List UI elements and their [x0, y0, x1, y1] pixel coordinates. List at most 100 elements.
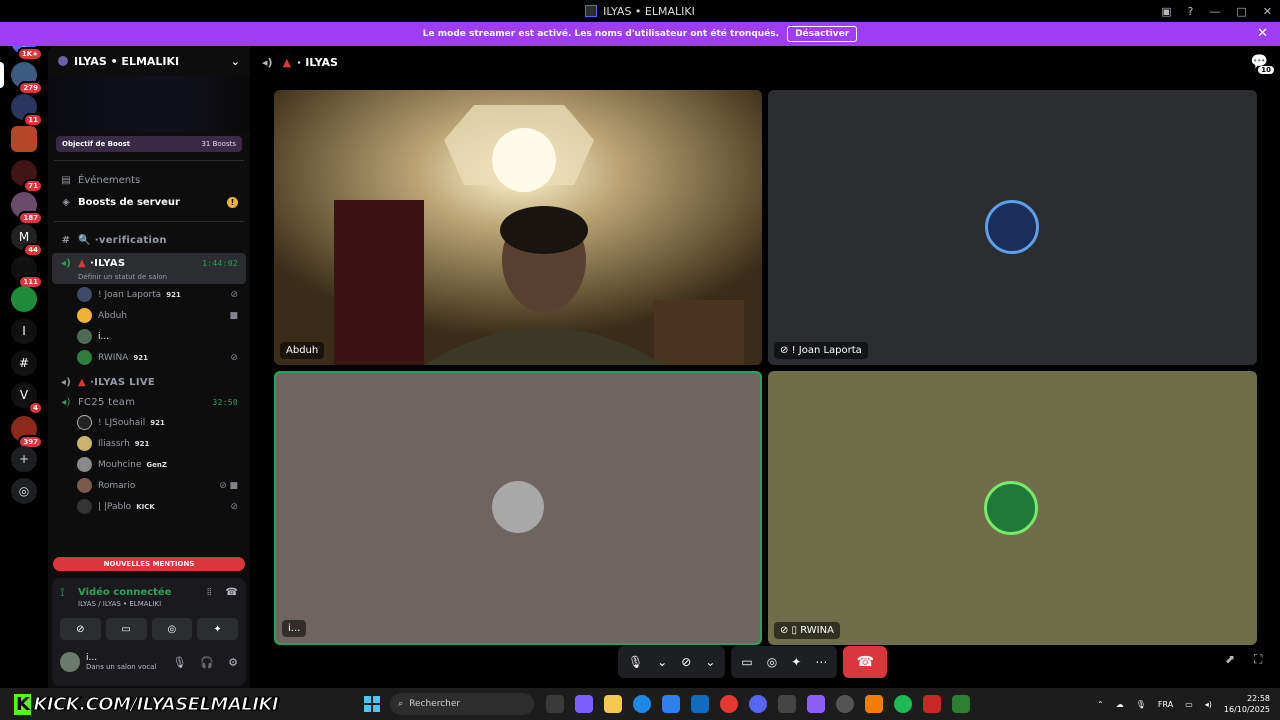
clock[interactable]: 22:58 16/10/2025	[1224, 693, 1270, 715]
voice-channel-ilyas[interactable]: ◂) ▲ · ILYAS 1:44:02	[52, 253, 246, 273]
hang-up-button[interactable]: ☎	[843, 646, 888, 678]
outlook-icon[interactable]	[691, 695, 710, 713]
webcam-feed	[274, 90, 762, 365]
copilot-icon[interactable]	[575, 695, 594, 713]
search-icon: ⌕	[398, 699, 404, 709]
edge-icon[interactable]	[633, 695, 652, 713]
video-tile[interactable]: i...	[274, 371, 762, 645]
camera-off-button[interactable]: ⊘	[60, 618, 101, 640]
voice-user[interactable]: Abduh ■	[48, 305, 250, 326]
chevron-down-icon[interactable]: ⌄	[705, 655, 715, 669]
avatar	[77, 436, 92, 451]
server-boosts-link[interactable]: ◈ Boosts de serveur !	[48, 191, 250, 213]
store-icon[interactable]	[662, 695, 681, 713]
events-link[interactable]: ▤ Événements	[48, 169, 250, 191]
hashtag-icon: #	[61, 234, 71, 246]
taskbar-search[interactable]: ⌕ Rechercher	[390, 693, 535, 715]
server-icon[interactable]: V4	[11, 382, 43, 415]
soundboard-icon[interactable]: ✦	[791, 655, 801, 669]
voice-channel-ilyas-live[interactable]: ◂) ▲ · ILYAS LIVE	[48, 372, 250, 392]
language-indicator[interactable]: FRA	[1158, 700, 1173, 709]
disconnect-icon[interactable]: ☎	[226, 587, 238, 598]
siren-emoji-icon: ▲	[78, 257, 86, 269]
voice-status[interactable]: Vidéo connectée	[78, 587, 171, 598]
soundboard-button[interactable]: ✦	[197, 618, 238, 640]
minimize-button[interactable]: —	[1209, 5, 1220, 18]
chat-bubble-icon[interactable]: 💬 10	[1251, 54, 1274, 74]
gamepad-icon[interactable]	[807, 695, 826, 713]
discord-taskbar-icon[interactable]	[749, 695, 768, 713]
microphone-icon[interactable]: 🎙	[172, 656, 186, 669]
warning-icon: !	[227, 196, 238, 208]
voice-user[interactable]: ! Joan Laporta 921 ⊘	[48, 284, 250, 305]
more-options-icon[interactable]: ⋯	[815, 655, 827, 669]
app-icon[interactable]	[952, 695, 971, 713]
channel-verification[interactable]: # 🔍 · verification	[48, 230, 250, 250]
app-icon[interactable]	[778, 695, 797, 713]
microphone-icon[interactable]: 🎙	[1136, 700, 1146, 709]
file-explorer-icon[interactable]	[604, 695, 623, 713]
server-icon[interactable]: 397	[11, 416, 43, 449]
server-icon[interactable]: 71	[11, 160, 43, 193]
screen-share-button[interactable]: ▭	[105, 618, 147, 640]
avatar[interactable]	[60, 652, 80, 672]
signal-icon[interactable]: ⟟	[60, 585, 78, 600]
volume-icon[interactable]: ◂)	[1205, 700, 1212, 709]
settings-gear-icon[interactable]: ⚙	[228, 656, 238, 669]
server-icon[interactable]: #	[11, 350, 37, 376]
video-tile[interactable]: Abduh	[274, 90, 762, 365]
server-icon[interactable]: 187	[11, 192, 43, 225]
activities-icon[interactable]: ◎	[767, 655, 777, 669]
cloud-icon[interactable]: ☁	[1116, 700, 1124, 709]
fullscreen-icon[interactable]: ⛶	[1254, 652, 1262, 667]
headphones-icon[interactable]: 🎧	[200, 656, 214, 669]
maximize-button[interactable]: □	[1236, 5, 1246, 18]
activity-group: ▭ ◎ ✦ ⋯	[731, 646, 838, 678]
start-button[interactable]	[364, 696, 381, 712]
inbox-icon[interactable]: ▣	[1161, 5, 1171, 18]
close-icon[interactable]: ✕	[1257, 26, 1268, 41]
chrome-icon[interactable]	[720, 695, 739, 713]
app-icon[interactable]	[923, 695, 942, 713]
help-icon[interactable]: ?	[1188, 5, 1194, 18]
spotify-icon[interactable]	[894, 695, 913, 713]
chevron-down-icon[interactable]: ⌄	[657, 655, 667, 669]
voice-user[interactable]: Romario ⊘ ■	[48, 475, 250, 496]
server-header[interactable]: ILYAS • ELMALIKI ⌄	[48, 46, 250, 76]
screen-share-icon[interactable]: ▭	[741, 655, 752, 669]
disable-streamer-mode-button[interactable]: Désactiver	[787, 26, 858, 42]
server-icon[interactable]: 111	[11, 256, 43, 289]
boost-goal-bar[interactable]: Objectif de Boost 31 Boosts	[56, 136, 242, 152]
network-icon[interactable]: ▭	[1185, 700, 1193, 709]
server-icon[interactable]: 279	[11, 62, 43, 95]
channel-status[interactable]: Définir un statut de salon	[52, 273, 246, 284]
popout-icon[interactable]: ⬈	[1225, 652, 1235, 666]
app-icon[interactable]	[836, 695, 855, 713]
activities-button[interactable]: ◎	[151, 618, 193, 640]
noise-suppression-icon[interactable]: ⦙⦙	[207, 587, 211, 598]
add-server-button[interactable]: +	[11, 446, 37, 472]
server-icon[interactable]: M 44	[11, 224, 43, 257]
voice-user[interactable]: | |Pablo KICK ⊘	[48, 496, 250, 517]
voice-user[interactable]: ! LJSouhail 921	[48, 412, 250, 433]
server-icon[interactable]: 11	[11, 94, 43, 127]
camera-off-icon[interactable]: ⊘	[681, 655, 691, 669]
app-icon[interactable]	[865, 695, 884, 713]
close-window-button[interactable]: ✕	[1263, 5, 1272, 18]
voice-user[interactable]: RWINA 921 ⊘	[48, 347, 250, 368]
server-icon[interactable]: I	[11, 318, 37, 344]
server-icon[interactable]	[11, 126, 37, 152]
chevron-up-icon[interactable]: ⌃	[1097, 700, 1104, 709]
microphone-icon[interactable]: 🎙	[628, 655, 643, 669]
voice-user[interactable]: i...	[48, 326, 250, 347]
server-icon[interactable]	[11, 286, 37, 312]
voice-user[interactable]: Iliassrh 921	[48, 433, 250, 454]
discover-compass-icon[interactable]: ◎	[11, 478, 37, 504]
voice-user[interactable]: Mouhcine GenZ	[48, 454, 250, 475]
voice-channel-fc25[interactable]: ◂) FC25 team 32:50	[48, 392, 250, 412]
video-tile[interactable]: ⊘ ! Joan Laporta	[768, 90, 1257, 365]
new-mentions-button[interactable]: NOUVELLES MENTIONS	[53, 557, 245, 571]
task-view-icon[interactable]	[546, 695, 565, 713]
avatar	[77, 329, 92, 344]
video-tile[interactable]: ⊘ ▯ RWINA	[768, 371, 1257, 645]
